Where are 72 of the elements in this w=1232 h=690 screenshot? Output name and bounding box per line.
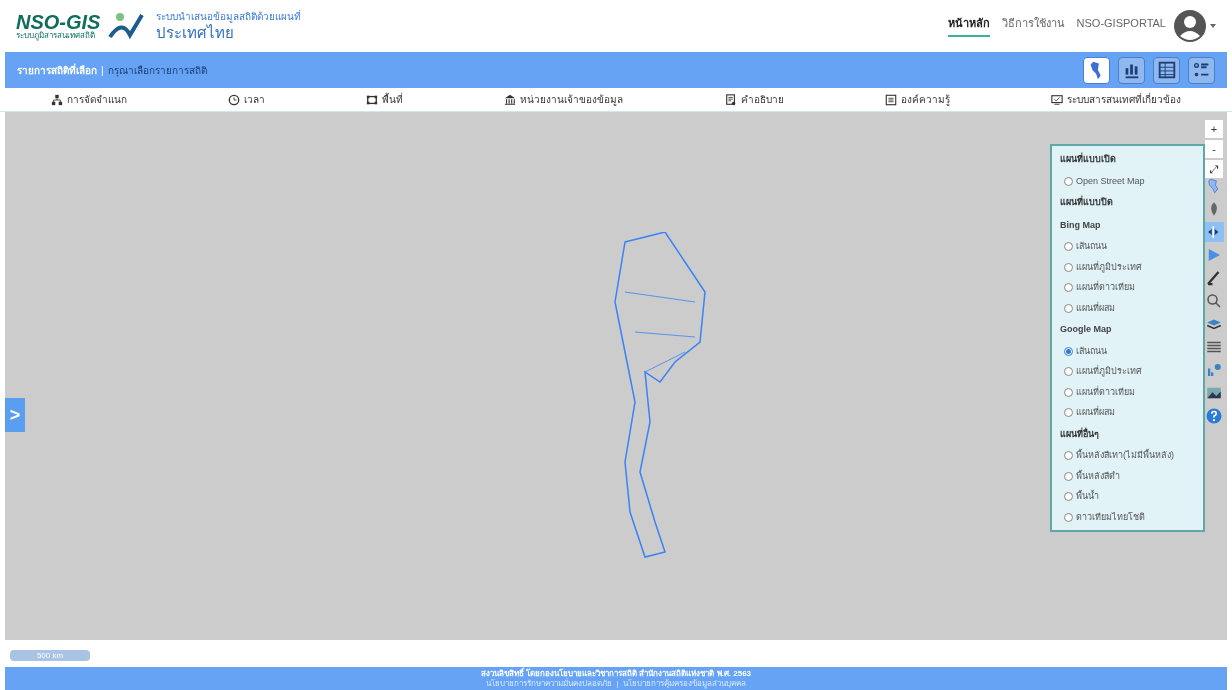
radio-button[interactable] xyxy=(1064,471,1073,481)
basemap-option[interactable]: พื้นหลังสีดำ xyxy=(1060,467,1195,485)
basemap-option[interactable]: แผนที่ดาวเทียม xyxy=(1060,279,1195,297)
swipe-tool-button[interactable] xyxy=(1204,222,1224,242)
table-view-button[interactable] xyxy=(1153,56,1180,84)
separator: | xyxy=(101,63,104,78)
list-icon xyxy=(885,93,898,106)
selection-label: รายการสถิติที่เลือก xyxy=(17,62,97,78)
menu-item[interactable]: เวลา xyxy=(227,92,265,107)
help-icon xyxy=(1205,407,1223,425)
map-control-button[interactable]: - xyxy=(1205,140,1223,158)
menu-item[interactable]: ระบบสารสนเทศที่เกี่ยวข้อง xyxy=(1051,92,1182,107)
site-subtitle: ระบบนำเสนอข้อมูลสถิติด้วยแผนที่ xyxy=(156,9,302,24)
basemap-option[interactable]: เส้นถนน xyxy=(1060,238,1195,256)
radio-button[interactable] xyxy=(1064,367,1073,377)
radio-button[interactable] xyxy=(1064,512,1073,522)
copyright-text: สงวนลิขสิทธิ์ โดยกองนโยบายและวิชาการสถิติ สำนักงานสถิติแห่งชาติ พ.ศ. 2563 xyxy=(480,668,752,678)
caret-icon[interactable] xyxy=(1210,24,1216,28)
basemap-option[interactable]: พื้นหลังสีเทา(ไม่มีพื้นหลัง) xyxy=(1060,447,1195,465)
bar-dot-icon xyxy=(1205,361,1223,379)
legend-view-button[interactable] xyxy=(1188,56,1215,84)
basemap-option[interactable]: แผนที่ผสม xyxy=(1060,404,1195,422)
site-title: ประเทศไทย xyxy=(156,24,236,43)
basemap-option[interactable]: Open Street Map xyxy=(1060,172,1195,190)
logo-swoosh-icon xyxy=(108,11,145,41)
radio-button[interactable] xyxy=(1064,387,1073,397)
logo[interactable]: NSO-GIS ระบบภูมิสารสนเทศสถิติ xyxy=(16,12,101,40)
section-heading: แผนที่อื่นๆ xyxy=(1060,426,1100,441)
nav-link[interactable]: หน้าหลัก xyxy=(947,14,990,38)
radio-button[interactable] xyxy=(1064,408,1073,418)
radio-button[interactable] xyxy=(1064,303,1073,313)
section-subheading: Bing Map xyxy=(1060,218,1102,232)
map-control-button[interactable]: + xyxy=(1205,120,1223,138)
map-control-button[interactable]: ⤢ xyxy=(1205,160,1223,178)
basemap-option[interactable]: แผนที่ดาวเทียม xyxy=(1060,383,1195,401)
monitor-icon xyxy=(1051,93,1064,106)
nav-link[interactable]: วิธีการใช้งาน xyxy=(1001,14,1065,38)
basemap-option[interactable]: เส้นถนน xyxy=(1060,342,1195,360)
basemap-option[interactable]: แผนที่ผสม xyxy=(1060,299,1195,317)
scale-bar: 500 km xyxy=(10,650,90,661)
selection-value: กรุณาเลือกรายการสถิติ xyxy=(107,63,207,78)
section-heading: แผนที่แบบเปิด xyxy=(1060,151,1117,166)
nav-link[interactable]: NSO-GISPORTAL xyxy=(1076,14,1166,38)
radio-button[interactable] xyxy=(1064,262,1073,272)
radio-button[interactable] xyxy=(1064,176,1073,186)
clock-icon xyxy=(227,93,240,106)
menu-item[interactable]: การจัดจำแนก xyxy=(50,92,127,107)
user-avatar-icon[interactable] xyxy=(1174,10,1206,42)
radio-button[interactable] xyxy=(1064,451,1073,461)
search-icon xyxy=(1205,292,1223,310)
section-subheading: Google Map xyxy=(1060,323,1113,336)
menu-item[interactable]: พื้นที่ xyxy=(366,92,404,107)
radio-button[interactable] xyxy=(1064,283,1073,293)
menu-item[interactable]: หน่วยงานเจ้าของข้อมูล xyxy=(504,92,624,107)
bank-icon xyxy=(504,93,517,106)
radio-button[interactable] xyxy=(1064,242,1073,252)
basemap-option[interactable]: พื้นน้ำ xyxy=(1060,488,1195,506)
frame-icon xyxy=(366,93,379,106)
separator: | xyxy=(616,678,619,689)
section-heading: แผนที่แบบปิด xyxy=(1060,194,1114,209)
basemap-option[interactable]: แผนที่ภูมิประเทศ xyxy=(1060,258,1195,276)
basemap-option[interactable]: แผนที่ภูมิประเทศ xyxy=(1060,363,1195,381)
radio-button[interactable] xyxy=(1064,492,1073,502)
help-tool-button[interactable] xyxy=(1204,406,1224,426)
hierarchy-icon xyxy=(50,93,63,106)
menu-item[interactable]: คำอธิบาย xyxy=(724,92,784,107)
chart-view-button[interactable] xyxy=(1118,56,1145,84)
map-view-button[interactable] xyxy=(1083,56,1110,84)
menu-item[interactable]: องค์ความรู้ xyxy=(885,92,951,107)
radio-button[interactable] xyxy=(1064,346,1073,356)
document-icon xyxy=(724,93,737,106)
basemap-option[interactable]: ดาวเทียมไทยโชติ xyxy=(1060,508,1195,526)
